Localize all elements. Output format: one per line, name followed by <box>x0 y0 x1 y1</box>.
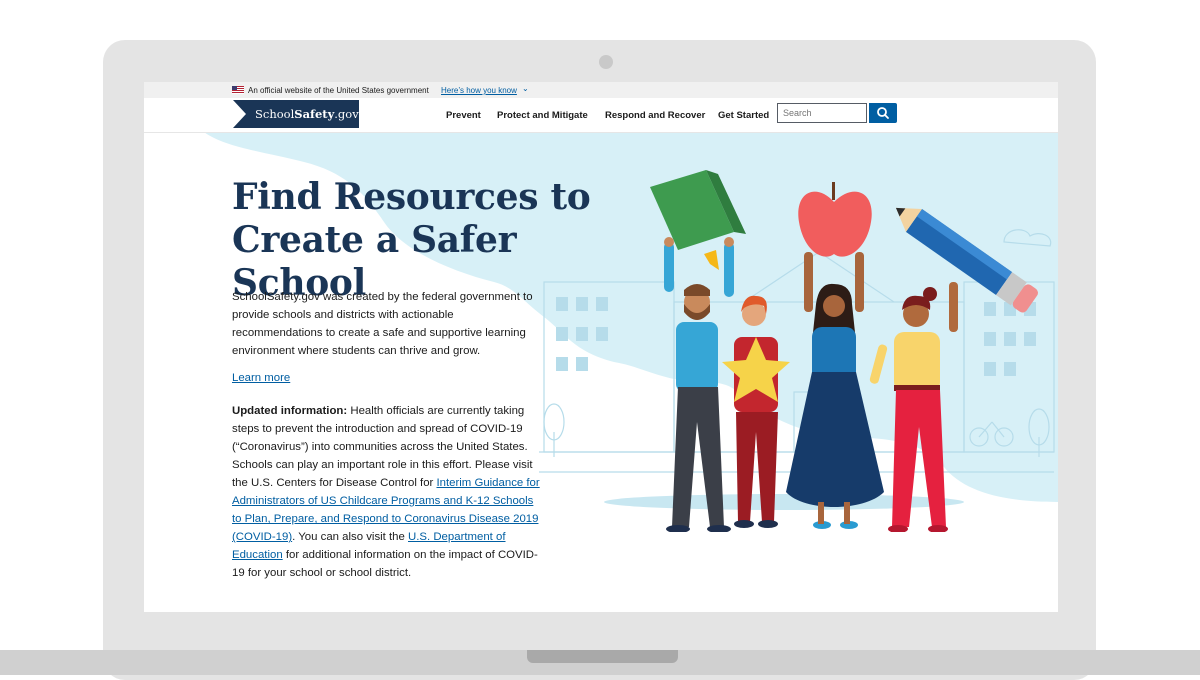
nav-protect-and-mitigate[interactable]: Protect and Mitigate <box>497 110 588 121</box>
site-header: SchoolSafety.gov Prevent Protect and Mit… <box>144 98 1058 133</box>
chevron-down-icon[interactable]: ⌄ <box>522 84 529 93</box>
us-flag-icon <box>232 86 244 94</box>
update-label: Updated information: <box>232 405 348 417</box>
site-logo[interactable]: SchoolSafety.gov <box>233 100 359 128</box>
official-site-text: An official website of the United States… <box>248 86 429 95</box>
nav-respond-and-recover[interactable]: Respond and Recover <box>605 110 705 121</box>
search-icon <box>877 107 889 119</box>
logo-text: SchoolSafety.gov <box>255 107 359 121</box>
nav-get-started[interactable]: Get Started <box>718 110 769 121</box>
hero-illustration <box>604 170 1038 532</box>
learn-more-link[interactable]: Learn more <box>232 372 290 384</box>
intro-paragraph: SchoolSafety.gov was created by the fede… <box>232 291 533 357</box>
covid-update-paragraph: Updated information: Health officials ar… <box>232 405 540 579</box>
browser-screen: An official website of the United States… <box>144 82 1058 612</box>
laptop-camera <box>599 55 613 69</box>
apple-icon <box>798 182 872 257</box>
how-you-know-link[interactable]: Here’s how you know <box>441 86 517 95</box>
laptop-notch <box>527 650 678 663</box>
search-button[interactable] <box>869 103 897 123</box>
nav-prevent[interactable]: Prevent <box>446 110 481 121</box>
search-input[interactable] <box>777 103 867 123</box>
official-site-banner: An official website of the United States… <box>144 82 1058 98</box>
